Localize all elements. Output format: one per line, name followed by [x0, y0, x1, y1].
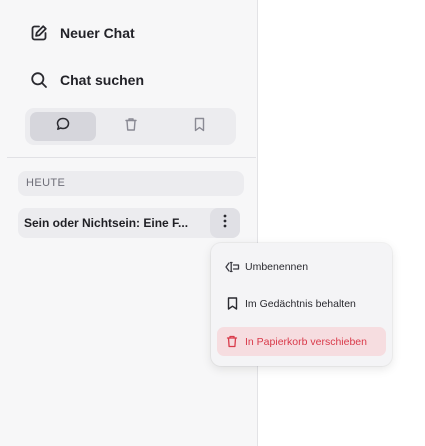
chat-options-button[interactable]: [210, 208, 240, 238]
tab-chats[interactable]: [30, 112, 96, 141]
section-label: HEUTE: [26, 177, 66, 189]
rename-label: Umbenennen: [245, 260, 309, 273]
tab-saved[interactable]: [166, 112, 232, 141]
sidebar-divider: [7, 157, 256, 158]
more-vertical-icon: [223, 214, 227, 233]
trash-label: In Papierkorb verschieben: [245, 335, 367, 348]
tab-trash[interactable]: [98, 112, 164, 141]
chat-context-menu: Umbenennen Im Gedächtnis behalten In Pap…: [211, 243, 392, 366]
remember-label: Im Gedächtnis behalten: [245, 297, 356, 310]
remember-menu-item[interactable]: Im Gedächtnis behalten: [217, 289, 386, 318]
bookmark-icon: [223, 297, 241, 310]
section-header-today: HEUTE: [18, 171, 244, 196]
new-chat-label: Neuer Chat: [60, 25, 135, 41]
new-chat-button[interactable]: Neuer Chat: [14, 16, 240, 50]
chat-bubble-icon: [55, 116, 71, 137]
sidebar: Neuer Chat Chat suchen HEUTE Sein oder N…: [0, 0, 256, 446]
rename-icon: [223, 261, 241, 273]
trash-icon: [223, 335, 241, 348]
chat-title: Sein oder Nichtsein: Eine F...: [24, 216, 189, 230]
bookmark-icon: [193, 117, 206, 137]
search-chat-button[interactable]: Chat suchen: [14, 63, 240, 97]
rename-menu-item[interactable]: Umbenennen: [217, 252, 386, 281]
search-icon: [24, 71, 54, 89]
move-to-trash-menu-item[interactable]: In Papierkorb verschieben: [217, 327, 386, 356]
main-area: [257, 0, 425, 446]
search-chat-label: Chat suchen: [60, 72, 145, 88]
view-switcher: [25, 108, 236, 145]
chat-list-item[interactable]: Sein oder Nichtsein: Eine F...: [18, 208, 240, 238]
trash-icon: [124, 117, 138, 137]
edit-icon: [24, 24, 54, 42]
